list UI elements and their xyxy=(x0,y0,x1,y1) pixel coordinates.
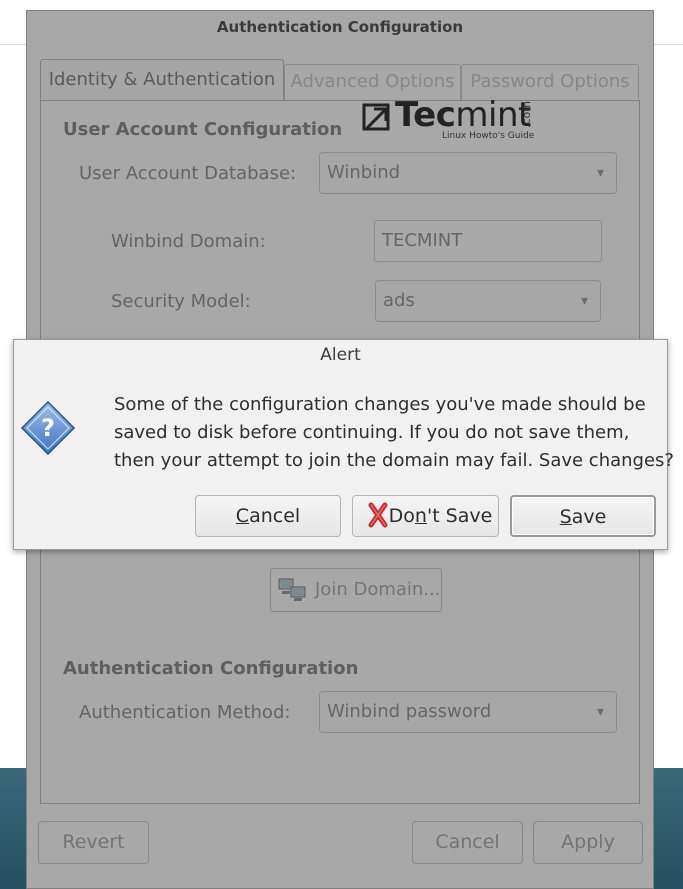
user-account-section-title: User Account Configuration xyxy=(63,119,343,140)
join-domain-button[interactable]: Join Domain... xyxy=(270,568,442,612)
svg-text:?: ? xyxy=(41,414,55,442)
save-button[interactable]: Save xyxy=(510,495,656,537)
apply-button[interactable]: Apply xyxy=(533,821,643,864)
authentication-method-label: Authentication Method: xyxy=(79,702,291,723)
chevron-down-icon: ▾ xyxy=(580,293,588,309)
question-icon: ? xyxy=(20,400,76,456)
alert-message-line: then your attempt to join the domain may… xyxy=(114,450,674,471)
alert-message-line: saved to disk before continuing. If you … xyxy=(114,422,630,443)
security-model-select[interactable]: ads ▾ xyxy=(375,280,601,322)
save-mnemonic: S xyxy=(559,506,572,528)
security-model-value: ads xyxy=(383,290,415,311)
alert-cancel-button[interactable]: Cancel xyxy=(195,495,341,537)
dont-save-label-post: 't Save xyxy=(426,505,493,527)
tecmint-logo-icon xyxy=(362,103,390,131)
red-x-icon xyxy=(368,502,388,528)
cancel-label-rest: ancel xyxy=(249,505,301,527)
winbind-domain-input[interactable]: TECMINT xyxy=(374,220,602,262)
join-domain-label: Join Domain... xyxy=(315,579,441,600)
dont-save-mnemonic: n xyxy=(414,505,427,527)
cancel-button[interactable]: Cancel xyxy=(412,821,523,864)
cancel-mnemonic: C xyxy=(235,505,250,527)
user-account-database-select[interactable]: Winbind ▾ xyxy=(319,152,617,194)
window-title: Authentication Configuration xyxy=(216,18,464,36)
winbind-domain-label: Winbind Domain: xyxy=(111,231,266,252)
security-model-label: Security Model: xyxy=(111,291,251,312)
user-account-database-label: User Account Database: xyxy=(79,163,297,184)
chevron-down-icon: ▾ xyxy=(596,165,604,181)
tecmint-logo-text: Tecmint xyxy=(395,95,531,135)
save-label-rest: ave xyxy=(571,506,607,528)
tab-identity-authentication[interactable]: Identity & Authentication xyxy=(40,59,284,101)
alert-title: Alert xyxy=(320,345,361,365)
dont-save-button[interactable]: Don't Save xyxy=(352,495,499,537)
authentication-method-value: Winbind password xyxy=(327,701,492,722)
dont-save-label-pre: Do xyxy=(388,505,415,527)
tecmint-tld: .com xyxy=(520,101,533,128)
alert-dialog: Alert ? Some of the configuration change… xyxy=(13,339,674,550)
network-computers-icon xyxy=(278,578,306,601)
alert-message: Some of the configuration changes you've… xyxy=(114,391,674,475)
user-account-database-value: Winbind xyxy=(327,162,401,183)
tecmint-tagline: Linux Howto's Guide xyxy=(442,131,535,141)
tecmint-watermark: Tecmint Linux Howto's Guide .com xyxy=(362,95,542,149)
alert-message-line: Some of the configuration changes you've… xyxy=(114,394,646,415)
chevron-down-icon: ▾ xyxy=(596,704,604,720)
revert-button[interactable]: Revert xyxy=(38,821,149,864)
authentication-section-title: Authentication Configuration xyxy=(63,658,359,679)
authentication-method-select[interactable]: Winbind password ▾ xyxy=(319,691,617,733)
